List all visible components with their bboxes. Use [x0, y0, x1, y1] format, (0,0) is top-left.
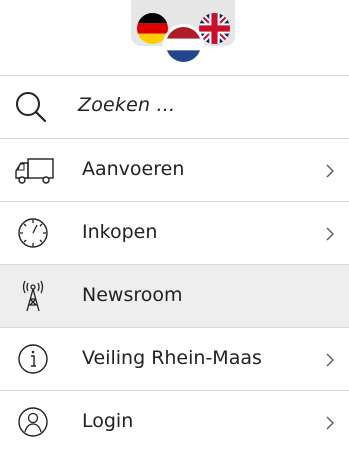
menu-item-inkopen[interactable]: Inkopen	[0, 202, 349, 265]
menu-item-newsroom[interactable]: Newsroom	[0, 265, 349, 328]
truck-icon	[15, 158, 54, 184]
menu-item-label: Veiling Rhein-Maas	[82, 347, 262, 369]
language-switcher	[0, 0, 349, 76]
chevron-right-icon	[326, 416, 334, 430]
chevron-right-icon	[326, 164, 334, 178]
chevron-right-icon	[326, 227, 334, 241]
search-icon	[16, 92, 47, 123]
german-flag-icon[interactable]	[137, 13, 168, 44]
antenna-icon	[22, 280, 44, 312]
chevron-right-icon	[326, 353, 334, 367]
clock-icon	[18, 218, 48, 248]
dutch-flag-icon[interactable]	[166, 27, 201, 62]
menu-item-label: Inkopen	[82, 221, 158, 243]
menu-item-login[interactable]: Login	[0, 391, 349, 453]
search-input[interactable]: Zoeken ...	[78, 94, 175, 116]
english-flag-icon[interactable]	[199, 13, 230, 44]
menu-item-aanvoeren[interactable]: Aanvoeren	[0, 139, 349, 202]
menu-item-veiling-rhein-maas[interactable]: Veiling Rhein-Maas	[0, 328, 349, 391]
menu-item-label: Aanvoeren	[82, 158, 185, 180]
menu-item-label: Login	[82, 410, 134, 432]
menu-item-label: Newsroom	[82, 284, 183, 306]
user-icon	[18, 407, 48, 437]
info-icon	[18, 344, 48, 374]
search-bar[interactable]: Zoeken ...	[0, 76, 349, 139]
